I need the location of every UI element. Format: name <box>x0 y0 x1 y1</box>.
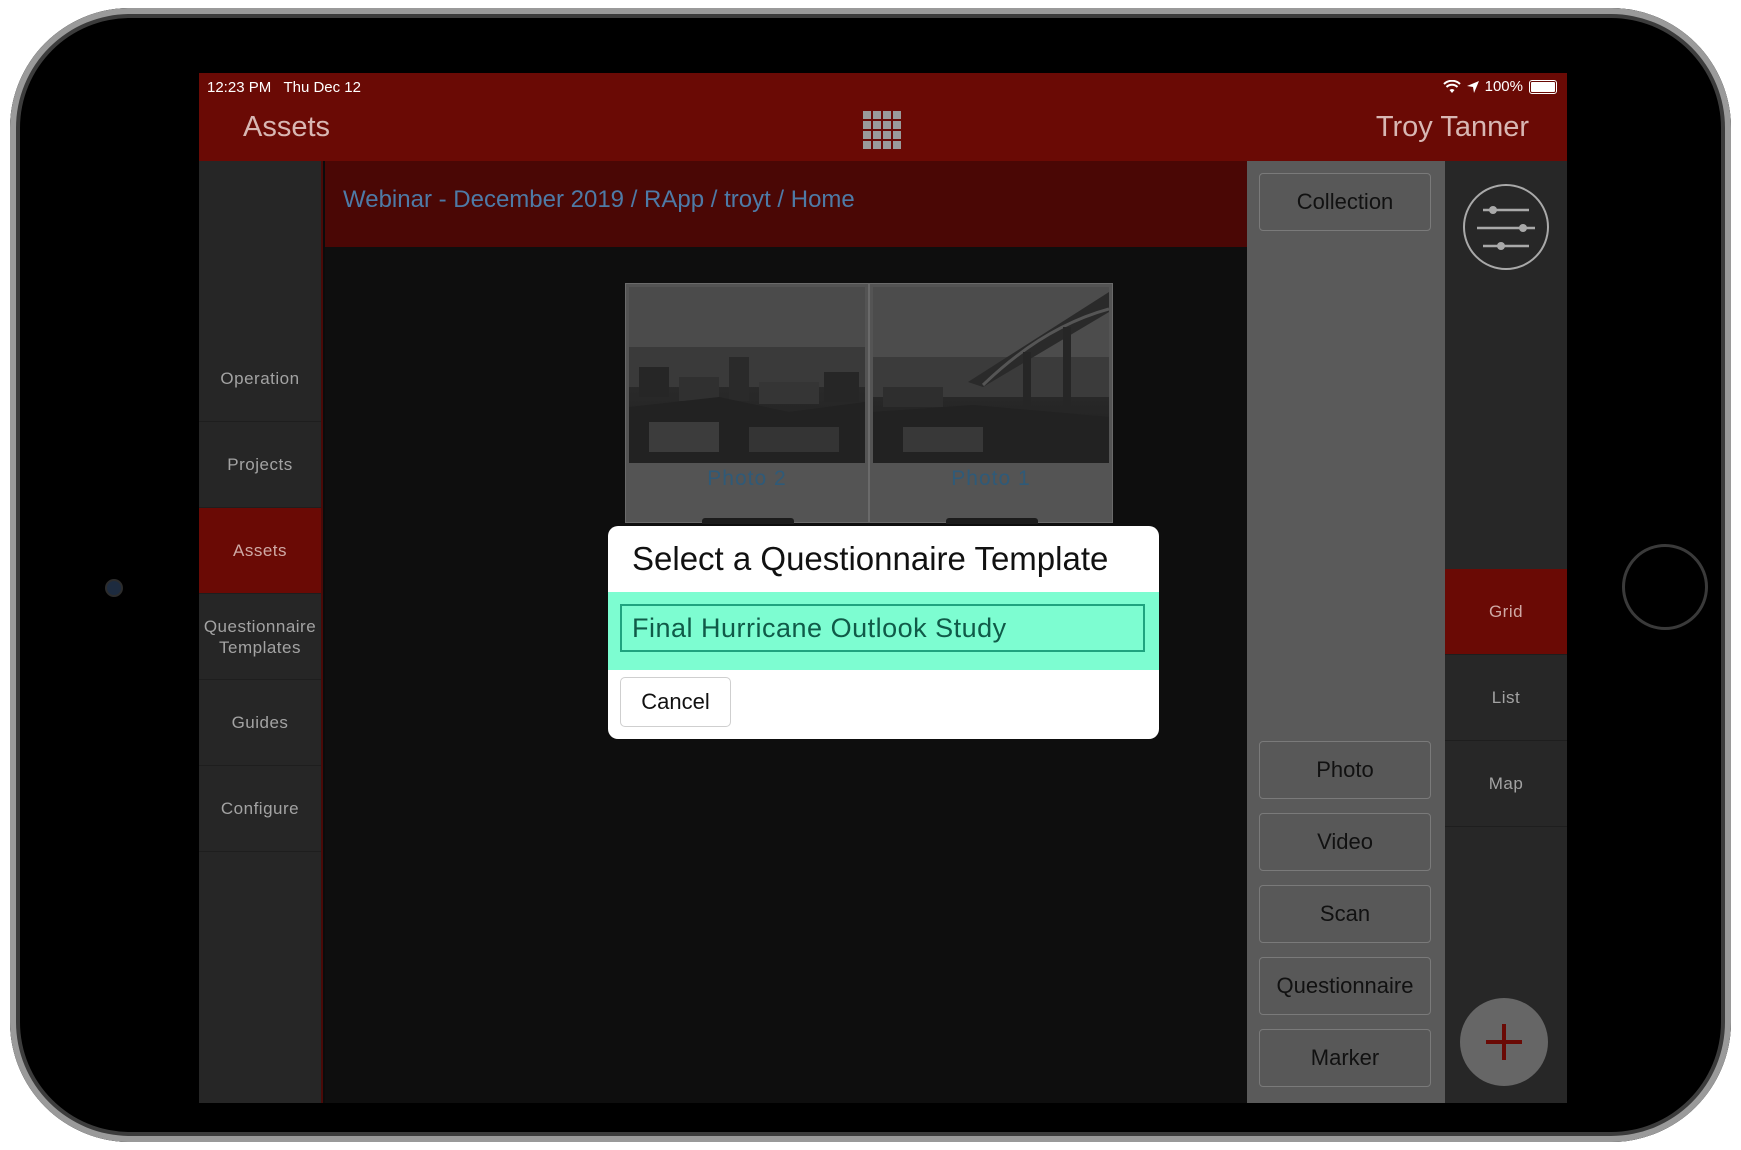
sliders-icon[interactable] <box>1463 184 1549 270</box>
view-list[interactable]: List <box>1445 655 1567 741</box>
sidebar-item-guides[interactable]: Guides <box>199 680 321 766</box>
marker-button[interactable]: Marker <box>1259 1029 1431 1087</box>
wifi-icon <box>1442 79 1461 93</box>
date: Thu Dec 12 <box>283 79 361 96</box>
clock: 12:23 PM <box>207 79 272 96</box>
template-option[interactable]: Final Hurricane Outlook Study <box>620 604 1145 652</box>
asset-thumbnail <box>629 287 865 463</box>
template-option-highlight: Final Hurricane Outlook Study <box>608 592 1159 670</box>
scan-button[interactable]: Scan <box>1259 885 1431 943</box>
sidebar-item-operation[interactable]: Operation <box>199 336 321 422</box>
battery-percent: 100% <box>1484 78 1523 95</box>
dialog-title: Select a Questionnaire Template <box>632 540 1109 577</box>
user-name[interactable]: Troy Tanner <box>1376 111 1529 144</box>
collection-button[interactable]: Collection <box>1259 173 1431 231</box>
plus-icon[interactable] <box>1460 998 1548 1086</box>
breadcrumb-bar: Webinar - December 2019 / RApp / troyt /… <box>325 161 1247 247</box>
location-arrow-icon <box>1466 80 1479 93</box>
video-button[interactable]: Video <box>1259 813 1431 871</box>
action-panel: Collection Photo Video Scan Questionnair… <box>1247 161 1445 1103</box>
view-grid[interactable]: Grid <box>1445 569 1567 655</box>
asset-card[interactable]: Photo 2 <box>625 283 869 524</box>
city-photo <box>629 287 865 463</box>
questionnaire-template-dialog: Select a Questionnaire Template Final Hu… <box>608 526 1159 739</box>
asset-label: Photo 1 <box>951 467 1031 490</box>
sidebar-item-assets[interactable]: Assets <box>199 508 321 594</box>
asset-thumbnail <box>873 287 1109 463</box>
screen: 12:23 PM Thu Dec 12 100% Assets Troy Tan… <box>199 73 1567 1103</box>
sidebar: Operation Projects Assets Questionnaire … <box>199 161 323 1103</box>
card-tab <box>702 518 794 524</box>
ipad-frame: 12:23 PM Thu Dec 12 100% Assets Troy Tan… <box>10 8 1731 1142</box>
sidebar-item-configure[interactable]: Configure <box>199 766 321 852</box>
sidebar-item-questionnaire-templates[interactable]: Questionnaire Templates <box>199 594 321 680</box>
grid-icon[interactable] <box>863 111 901 149</box>
asset-label: Photo 2 <box>707 467 787 490</box>
page-title: Assets <box>243 111 331 143</box>
status-time: 12:23 PM Thu Dec 12 <box>207 79 361 96</box>
battery-icon <box>1529 79 1557 94</box>
card-tab <box>946 518 1038 524</box>
photo-button[interactable]: Photo <box>1259 741 1431 799</box>
top-bar: 12:23 PM Thu Dec 12 100% Assets Troy Tan… <box>199 73 1567 161</box>
view-switcher: Grid List Map <box>1445 161 1567 1103</box>
status-indicators: 100% <box>1442 78 1557 95</box>
asset-card[interactable]: Photo 1 <box>869 283 1113 524</box>
front-camera <box>105 579 123 597</box>
view-map[interactable]: Map <box>1445 741 1567 827</box>
breadcrumb[interactable]: Webinar - December 2019 / RApp / troyt /… <box>343 186 855 214</box>
bridge-photo <box>873 287 1109 463</box>
questionnaire-button[interactable]: Questionnaire <box>1259 957 1431 1015</box>
cancel-button[interactable]: Cancel <box>620 677 731 727</box>
sidebar-item-projects[interactable]: Projects <box>199 422 321 508</box>
home-button[interactable] <box>1622 544 1708 630</box>
